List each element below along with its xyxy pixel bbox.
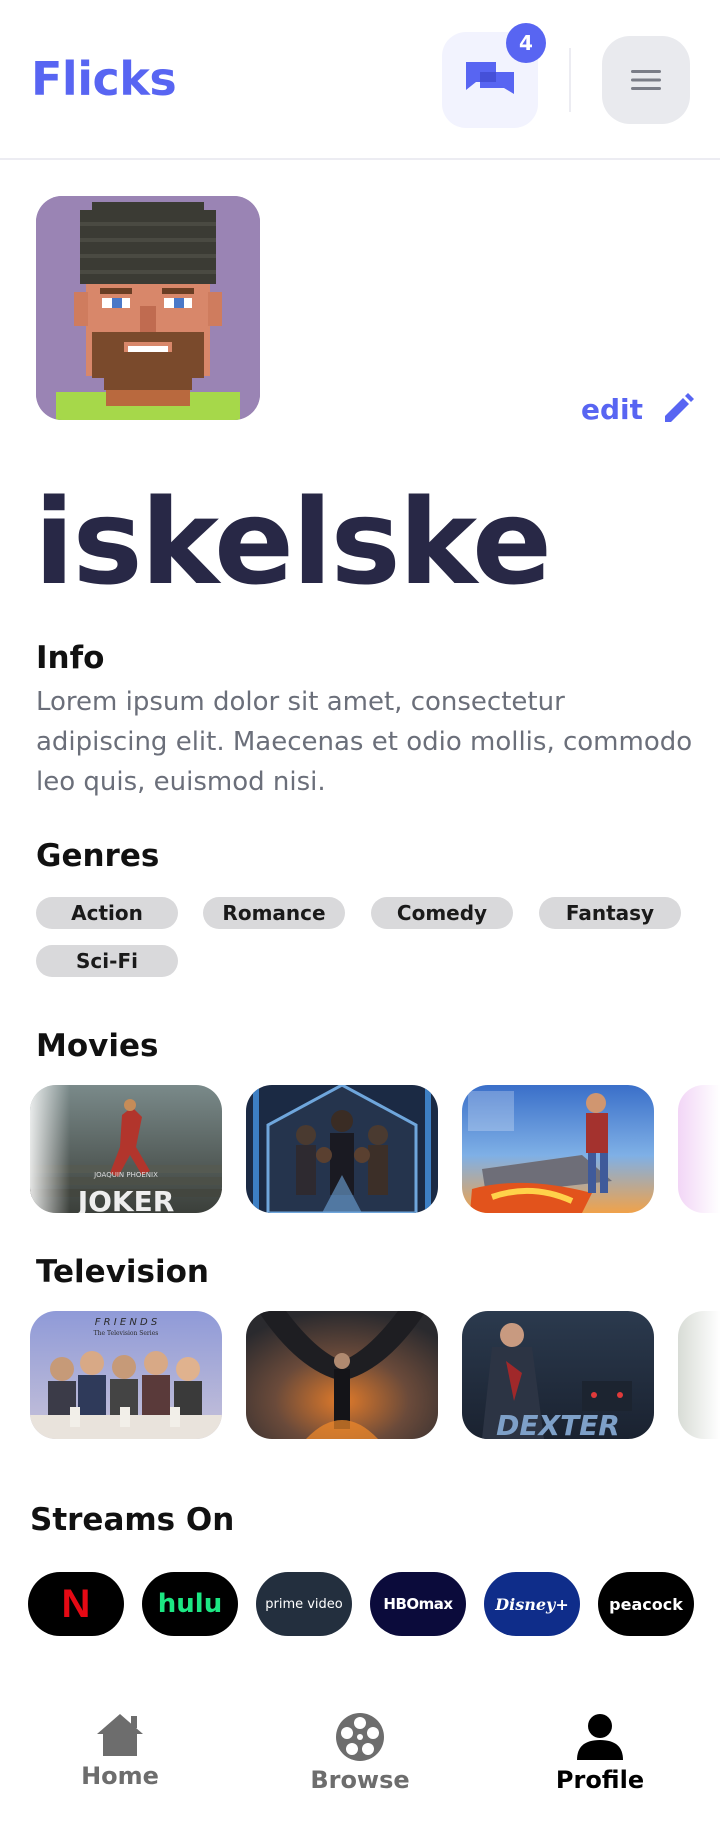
profile-username: iskelske <box>34 473 552 611</box>
nav-label-home: Home <box>81 1762 159 1790</box>
streams-heading: Streams On <box>30 1502 235 1538</box>
genre-chip[interactable]: Fantasy <box>539 897 681 929</box>
genre-chip[interactable]: Comedy <box>371 897 513 929</box>
friends-poster-title: F R I E N D S <box>95 1317 158 1328</box>
menu-button[interactable] <box>602 36 690 124</box>
movies-heading: Movies <box>36 1028 159 1064</box>
tv-poster-game-of-thrones[interactable] <box>246 1311 438 1439</box>
profile-avatar <box>36 196 260 420</box>
pencil-icon <box>665 393 695 422</box>
edit-label: edit <box>581 392 644 426</box>
friends-caption: The Television Series <box>94 1330 159 1337</box>
nav-item-home[interactable]: Home <box>40 1712 200 1790</box>
genres-heading: Genres <box>36 838 160 874</box>
header-divider <box>569 48 571 112</box>
service-hbo-max[interactable]: HBOmax <box>370 1572 466 1636</box>
genre-chip[interactable]: Action <box>36 897 178 929</box>
disney-plus-logo: Disney+ <box>495 1594 569 1614</box>
joker-caption: JOAQUIN PHOENIX <box>93 1171 158 1179</box>
genre-chip[interactable]: Sci-Fi <box>36 945 178 977</box>
joker-poster-title: JOKER <box>76 1185 175 1213</box>
genre-chip[interactable]: Romance <box>203 897 345 929</box>
home-icon <box>97 1714 143 1756</box>
tv-poster-partial[interactable] <box>678 1311 720 1439</box>
movie-poster-joker[interactable]: JOAQUIN PHOENIX JOKER <box>30 1085 222 1213</box>
television-heading: Television <box>36 1254 209 1290</box>
netflix-logo: N <box>61 1581 91 1626</box>
peacock-logo: peacock <box>609 1594 683 1614</box>
tv-poster-dexter[interactable]: DEXTER <box>462 1311 654 1439</box>
movie-poster-back-to-the-future[interactable] <box>462 1085 654 1213</box>
service-netflix[interactable]: N <box>28 1572 124 1636</box>
messages-count-badge: 4 <box>506 23 546 63</box>
info-heading: Info <box>36 640 105 676</box>
app-logo[interactable]: Flicks <box>31 52 177 106</box>
service-hulu[interactable]: hulu <box>142 1572 238 1636</box>
hulu-logo: hulu <box>157 1589 223 1619</box>
service-prime-video[interactable]: prime video <box>256 1572 352 1636</box>
tv-poster-friends[interactable]: F R I E N D S The Television Series <box>30 1311 222 1439</box>
service-disney-plus[interactable]: Disney+ <box>484 1572 580 1636</box>
nav-label-browse: Browse <box>310 1766 410 1794</box>
film-reel-icon <box>336 1713 384 1761</box>
bottom-nav: Home Browse Profile <box>0 1690 720 1824</box>
app-header: Flicks 4 <box>0 0 720 160</box>
dexter-poster-title: DEXTER <box>496 1409 620 1439</box>
nav-label-profile: Profile <box>555 1766 645 1794</box>
hbo-max-logo: HBOmax <box>383 1595 453 1613</box>
person-icon <box>577 1714 623 1760</box>
info-text: Lorem ipsum dolor sit amet, consectetur … <box>36 687 693 797</box>
movie-poster-black-panther[interactable] <box>246 1085 438 1213</box>
chat-bubbles-icon <box>466 62 514 94</box>
movie-poster-partial[interactable] <box>678 1085 720 1213</box>
edit-profile-button[interactable]: edit <box>581 392 695 426</box>
nav-item-browse[interactable]: Browse <box>280 1712 440 1794</box>
nav-item-profile[interactable]: Profile <box>520 1712 680 1794</box>
service-peacock[interactable]: peacock <box>598 1572 694 1636</box>
hamburger-icon <box>631 70 661 90</box>
prime-video-logo: prime video <box>265 1596 343 1612</box>
